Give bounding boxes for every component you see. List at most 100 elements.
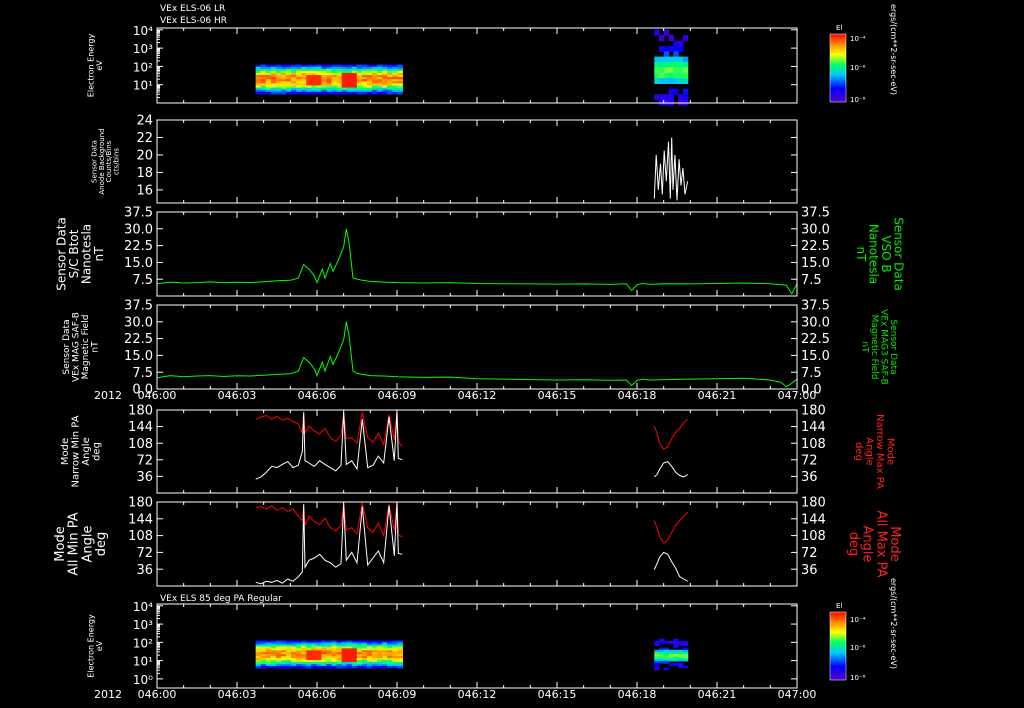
spectrogram-cell: [397, 91, 403, 95]
time-axis-year: 2012: [94, 688, 122, 701]
spectrogram-cell: [673, 56, 679, 63]
y-tick-label: 15.0: [124, 349, 153, 364]
time-tick-label: 046:06: [298, 389, 337, 402]
y-tick-label: 10³: [133, 42, 153, 56]
colorbar-title-bottom: El: [836, 602, 842, 610]
y-tick-label: 10²: [133, 60, 153, 74]
y-tick-label-right: 15.0: [801, 349, 830, 364]
spectrogram-cell: [663, 56, 670, 63]
spectrogram-cell: [668, 72, 674, 79]
spectrogram-cell: [682, 99, 689, 106]
time-tick-label: 046:21: [698, 688, 737, 701]
y-tick-label: 72: [136, 546, 153, 561]
colorbar-top: [829, 33, 847, 103]
spectrogram-cell: [654, 29, 660, 36]
spectrogram-cell: [682, 56, 689, 63]
ylabel-line: nT: [92, 246, 106, 262]
header-line-2: VEx ELS-06 HR: [160, 16, 227, 26]
spectrogram-cell: [668, 99, 674, 106]
spectrogram-cell: [306, 665, 312, 669]
y-tick-label: 37.5: [124, 299, 153, 314]
spectrogram-cell: [265, 665, 272, 669]
spectrogram-cell: [668, 35, 674, 42]
spectrogram-cell: [682, 67, 689, 74]
spectrogram-cell: [377, 91, 383, 95]
panel-sc-btot: 37.5 37.530.0 30.022.5 22.515.0 15.07.5 7.5Se…: [54, 206, 906, 297]
y-tick-label-right: 36: [801, 470, 818, 485]
spectrogram-cell: [270, 91, 277, 95]
spectrogram-cell: [311, 665, 317, 669]
spectrogram-cell: [673, 645, 679, 649]
spectrogram-cell: [654, 67, 660, 74]
ylabel-line: eV: [95, 60, 104, 71]
ylabel-line: Angle: [863, 437, 874, 465]
spectrogram-cell: [663, 51, 670, 58]
time-tick-label: 046:09: [378, 688, 417, 701]
ylabel-left: Sensor DataS/C BtotNanoteslanT: [54, 217, 106, 291]
y-tick-label-right: 108: [801, 529, 826, 544]
y-tick-label-right: 72: [801, 546, 818, 561]
y-tick-label: 30.0: [124, 315, 153, 330]
y-tick-label-right: 30.0: [801, 222, 830, 237]
spectrogram-cell: [659, 94, 665, 101]
time-tick-label: 046:00: [138, 688, 177, 701]
series-line: [653, 137, 689, 201]
spectrogram-cell: [663, 660, 670, 664]
y-tick-label: 24: [136, 114, 153, 129]
y-tick-label: 20: [136, 148, 153, 163]
colorbar-bottom: [829, 611, 847, 681]
y-tick-label: 22: [136, 131, 153, 146]
time-axis-year: 2012: [94, 389, 122, 402]
y-tick-label-right: 22.5: [801, 239, 830, 254]
spectrogram-cell: [346, 91, 353, 95]
y-tick-label-right: 144: [801, 420, 826, 435]
ylabel-left: Sensor DataVEx MAG SAF-BMagnetic FieldnT: [62, 312, 100, 382]
ylabel-left: Sensor DataAnode BackgroundCounts/Binsct…: [90, 128, 120, 194]
y-tick-label: 10³: [133, 618, 153, 632]
spectrogram-cell: [356, 665, 363, 669]
spectrogram-cell: [682, 78, 689, 85]
spectrogram-cell: [366, 91, 373, 95]
multipanel-plot: VEx ELS-06 LR VEx ELS-06 HR VEx ELS 85 d…: [53, 4, 906, 701]
time-tick-label: 047:00: [778, 688, 817, 701]
spectrogram-cell: [255, 91, 262, 95]
time-tick-label: 046:21: [698, 389, 737, 402]
ylabel-line: Mode: [884, 438, 895, 465]
time-tick-label: 046:15: [538, 389, 577, 402]
y-tick-label: 30.0: [124, 222, 153, 237]
spectrogram-cell: [351, 665, 358, 669]
colorbar-bottom-tick-lo: 10⁻⁸: [850, 674, 866, 682]
ylabel-line: Narrow Min PA: [70, 415, 81, 487]
spectrogram-cell: [663, 667, 670, 671]
spectrogram-cell: [366, 665, 373, 669]
spectrogram-cell: [286, 665, 292, 669]
time-tick-label: 046:06: [298, 688, 337, 701]
spectrogram-cell: [663, 78, 670, 85]
ylabel-line: Mode: [60, 438, 71, 465]
spectrogram-cell: [663, 29, 670, 36]
spectrogram-cell: [382, 91, 388, 95]
spectrogram-cell: [663, 61, 670, 68]
spectrogram-cell: [275, 91, 282, 95]
spectrogram-cell: [371, 665, 378, 669]
time-tick-label: 046:09: [378, 389, 417, 402]
spectrogram-cell: [678, 67, 684, 74]
y-tick-label: 72: [136, 453, 153, 468]
spectrogram-cell: [346, 665, 353, 669]
spectrogram-cell: [260, 91, 267, 95]
panel-mag-saf-b: 37.5 37.530.0 30.022.5 22.515.0 15.07.5 7.50.…: [62, 299, 898, 398]
spectrogram-cell: [663, 67, 670, 74]
spectrogram-cell: [668, 658, 674, 662]
spectrogram-cell: [673, 67, 679, 74]
time-axes: 2012 046:00 046:03 046:06 046:09 046:12 046:15…: [94, 389, 816, 701]
spectrogram-cell: [265, 91, 272, 95]
spectrogram-cell: [673, 61, 679, 68]
spectrogram-cell: [654, 78, 660, 85]
spectrogram-cell: [659, 35, 665, 42]
spectrogram-cell: [291, 665, 297, 669]
spectrogram-cell: [654, 667, 660, 671]
colorbar-top-tick-hi: 10⁻⁴: [850, 35, 866, 43]
time-tick-label: 047:00: [778, 389, 817, 402]
spectrogram-cell: [668, 56, 674, 63]
spectrogram-cell: [682, 35, 689, 42]
